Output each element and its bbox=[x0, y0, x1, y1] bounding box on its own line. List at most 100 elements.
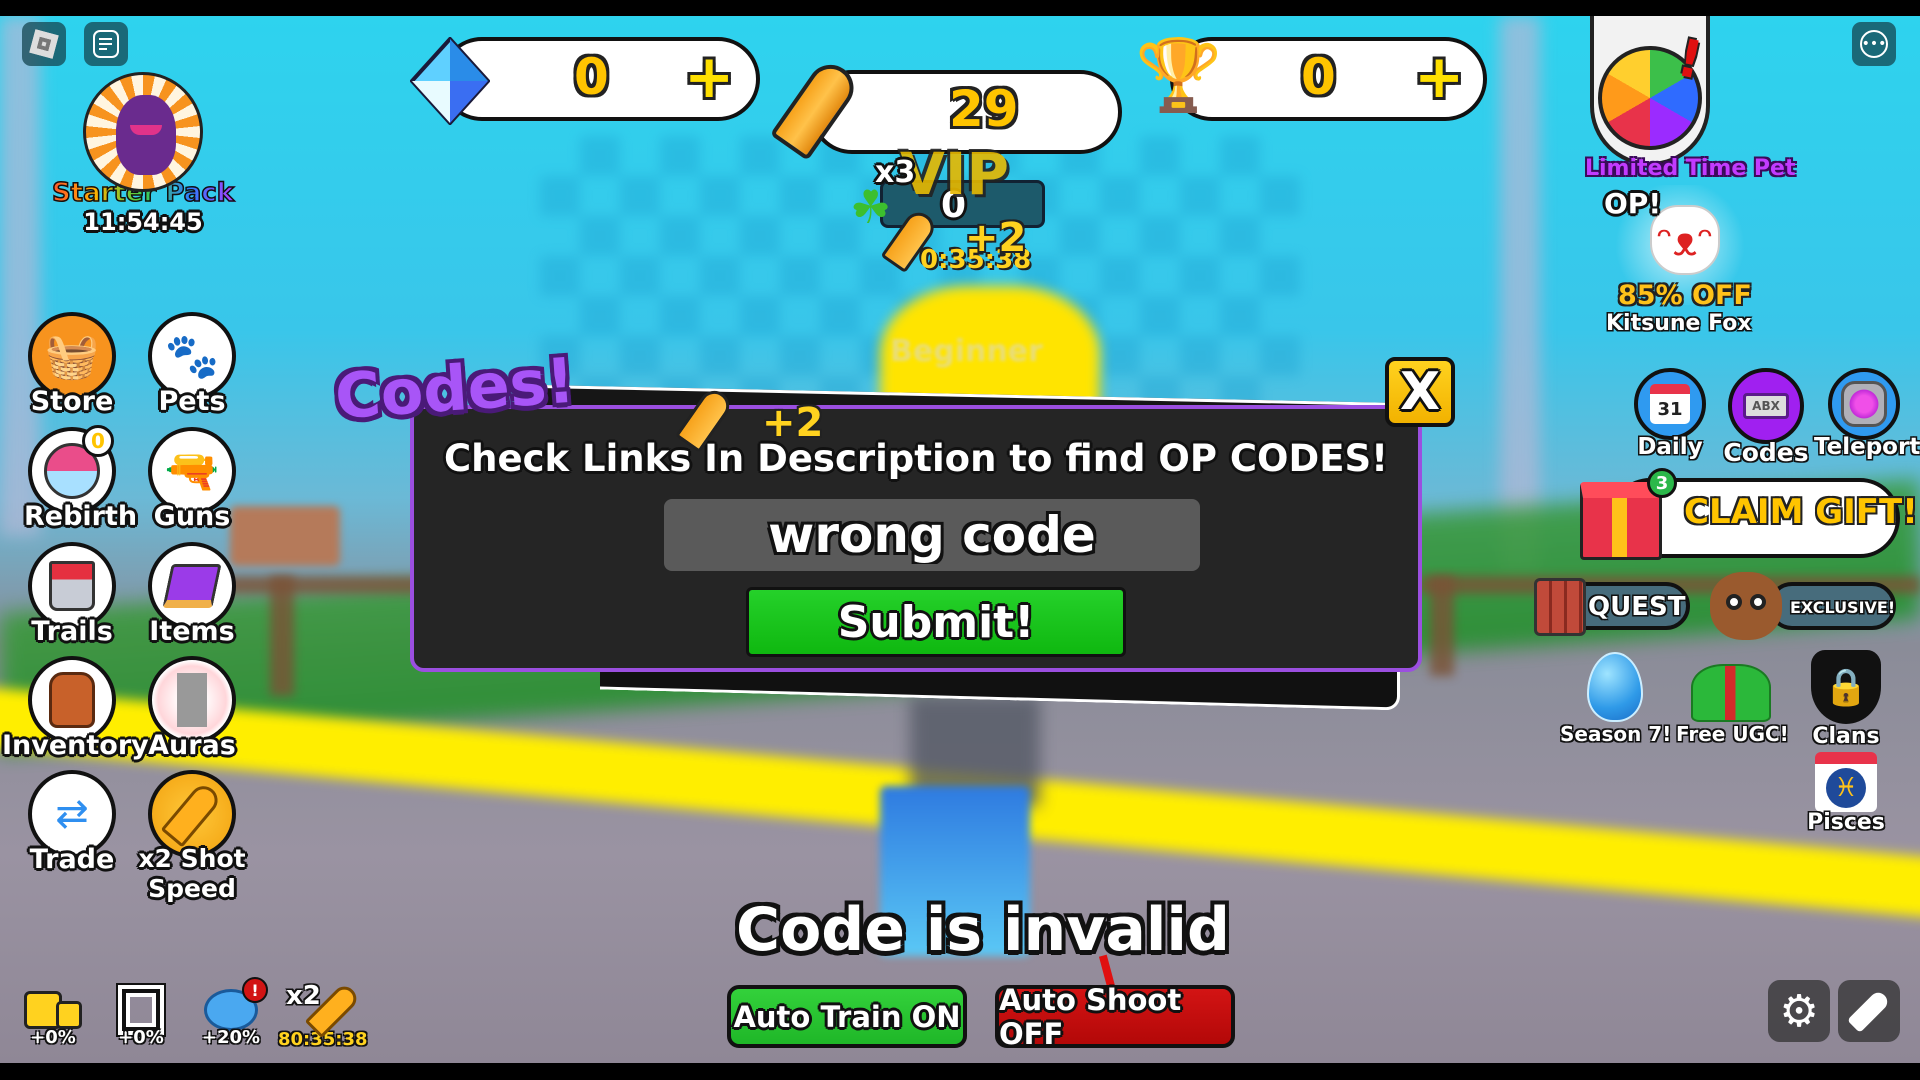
trails-label: Trails bbox=[31, 616, 113, 647]
trails-button[interactable]: Trails bbox=[24, 542, 120, 647]
codes-label: Codes bbox=[1723, 438, 1809, 467]
ticket-icon: ABX bbox=[1728, 368, 1804, 444]
gems-value: 0 bbox=[574, 48, 609, 106]
dynamite-icon bbox=[1534, 578, 1586, 636]
close-icon: X bbox=[1399, 362, 1441, 422]
x2-bullet-icon: x2 bbox=[278, 981, 364, 1039]
codes-description: Check Links In Description to find OP CO… bbox=[444, 437, 1388, 480]
bullet-gain-text: +2 bbox=[965, 215, 1027, 261]
auto-train-toggle[interactable]: Auto Train ON bbox=[727, 985, 967, 1048]
fence-post bbox=[270, 576, 294, 696]
pets-button[interactable]: 🐾 Pets bbox=[144, 312, 240, 417]
egg-icon bbox=[1587, 652, 1643, 722]
limited-time-pet-label: Limited Time Pet bbox=[1585, 156, 1796, 181]
add-trophies-button[interactable]: + bbox=[1414, 47, 1464, 107]
daily-label: Daily bbox=[1637, 434, 1703, 460]
limited-time-pet-button[interactable]: ! bbox=[1590, 16, 1710, 166]
discount-label: 85% OFF bbox=[1618, 280, 1752, 311]
op-label: OP! bbox=[1604, 187, 1662, 220]
emote-icon bbox=[1847, 989, 1891, 1033]
group-boost-value: +0% bbox=[118, 1027, 164, 1048]
season-label: Season 7! bbox=[1560, 722, 1672, 746]
codes-button[interactable]: ABX Codes bbox=[1716, 368, 1816, 467]
kitsune-fox-offer-button[interactable]: ᵔᴥᵔ OP! 85% OFF Kitsune Fox bbox=[1590, 185, 1770, 345]
sign bbox=[230, 506, 340, 566]
trophies-value: 0 bbox=[1301, 48, 1336, 106]
friends-boost-value: +0% bbox=[30, 1027, 76, 1048]
more-menu-button[interactable]: ••• bbox=[1852, 22, 1896, 66]
emote-button[interactable] bbox=[1838, 980, 1900, 1042]
rebirth-badge: 0 bbox=[82, 425, 114, 457]
friends-boost[interactable]: +0% bbox=[18, 985, 88, 1048]
exclusive-button[interactable]: EXCLUSIVE! bbox=[1768, 582, 1896, 630]
items-button[interactable]: Items bbox=[144, 542, 240, 647]
pets-label: Pets bbox=[158, 386, 226, 417]
pisces-label: Pisces bbox=[1807, 810, 1885, 835]
clans-label: Clans bbox=[1812, 724, 1880, 749]
trade-button[interactable]: ⇄ Trade bbox=[24, 770, 120, 875]
code-input[interactable] bbox=[664, 499, 1200, 571]
dog-pet-icon bbox=[1710, 572, 1782, 640]
gift-count-badge: 3 bbox=[1647, 468, 1677, 498]
vip-label: VIP bbox=[900, 140, 1009, 208]
guns-button[interactable]: 🔫 Guns bbox=[144, 427, 240, 532]
claim-gift-label: CLAIM GIFT! bbox=[1684, 492, 1918, 532]
exclusive-label: EXCLUSIVE! bbox=[1790, 598, 1896, 617]
teleport-label: Teleport bbox=[1814, 434, 1920, 460]
teleport-button[interactable]: Teleport bbox=[1814, 368, 1920, 460]
clover-icon: ☘ bbox=[850, 180, 892, 234]
clan-lock-shield-icon: 🔒 bbox=[1811, 650, 1881, 724]
ellipsis-icon: ••• bbox=[1860, 30, 1888, 58]
store-label: Store bbox=[30, 386, 114, 417]
chat-button[interactable] bbox=[84, 22, 128, 66]
settings-button[interactable]: ⚙ bbox=[1768, 980, 1830, 1042]
submit-code-button[interactable]: Submit! bbox=[746, 587, 1126, 657]
add-gems-button[interactable]: + bbox=[684, 47, 734, 107]
free-ugc-button[interactable]: Free UGC! bbox=[1676, 652, 1789, 746]
auto-shoot-toggle[interactable]: Auto Shoot OFF bbox=[995, 983, 1235, 1051]
rebirth-label: Rebirth bbox=[24, 501, 138, 532]
store-button[interactable]: 🧺 Store bbox=[24, 312, 120, 417]
items-label: Items bbox=[149, 616, 235, 647]
auras-button[interactable]: Auras bbox=[144, 656, 240, 761]
roblox-menu-button[interactable] bbox=[22, 22, 66, 66]
group-boost[interactable]: +0% bbox=[106, 983, 176, 1048]
floating-gain-text: +2 bbox=[762, 400, 824, 446]
speed-boost[interactable]: +20% ! bbox=[196, 977, 268, 1048]
pet-name-label: Kitsune Fox bbox=[1606, 311, 1752, 336]
trophy-icon: 🏆 bbox=[1135, 34, 1223, 116]
daily-button[interactable]: 31 Daily bbox=[1620, 368, 1720, 460]
ugc-gift-icon bbox=[1691, 664, 1771, 722]
codes-dialog: Check Links In Description to find OP CO… bbox=[410, 405, 1422, 672]
speed-boost-value: +20% bbox=[201, 1027, 261, 1048]
gift-icon bbox=[1580, 482, 1662, 560]
inventory-button[interactable]: Inventory bbox=[2, 656, 149, 761]
chat-icon bbox=[93, 30, 119, 58]
guns-label: Guns bbox=[153, 501, 231, 532]
alert-icon: ! bbox=[1672, 28, 1708, 92]
gear-icon: ⚙ bbox=[1779, 985, 1819, 1037]
roblox-logo-icon bbox=[29, 29, 59, 59]
pisces-button[interactable]: ♓ Pisces bbox=[1796, 752, 1896, 835]
starter-pack-button[interactable]: Starter Pack 11:54:45 bbox=[51, 72, 235, 242]
teleport-portal-icon bbox=[1828, 368, 1900, 440]
close-dialog-button[interactable]: X bbox=[1385, 357, 1455, 427]
inventory-label: Inventory bbox=[2, 730, 149, 761]
trade-label: Trade bbox=[29, 844, 115, 875]
calendar-icon: 31 bbox=[1634, 368, 1706, 440]
rebirth-button[interactable]: 0 Rebirth bbox=[24, 425, 138, 532]
pisces-calendar-icon: ♓ bbox=[1815, 752, 1877, 812]
bullets-value: 29 bbox=[949, 80, 1019, 138]
status-message: Code is invalid bbox=[736, 895, 1230, 965]
clans-button[interactable]: 🔒 Clans bbox=[1796, 650, 1896, 749]
season-button[interactable]: Season 7! bbox=[1560, 652, 1672, 746]
pillar bbox=[1500, 16, 1540, 576]
shot-speed-button[interactable]: x2 Shot Speed bbox=[138, 770, 246, 904]
gem-icon bbox=[409, 36, 491, 126]
x2-bullets-boost[interactable]: x2 80:35:38 bbox=[278, 981, 368, 1050]
fence-post bbox=[1430, 576, 1454, 676]
starter-pack-icon bbox=[83, 72, 203, 192]
free-ugc-label: Free UGC! bbox=[1676, 722, 1789, 746]
auras-label: Auras bbox=[148, 730, 236, 761]
rank-label: Beginner bbox=[890, 334, 1043, 369]
